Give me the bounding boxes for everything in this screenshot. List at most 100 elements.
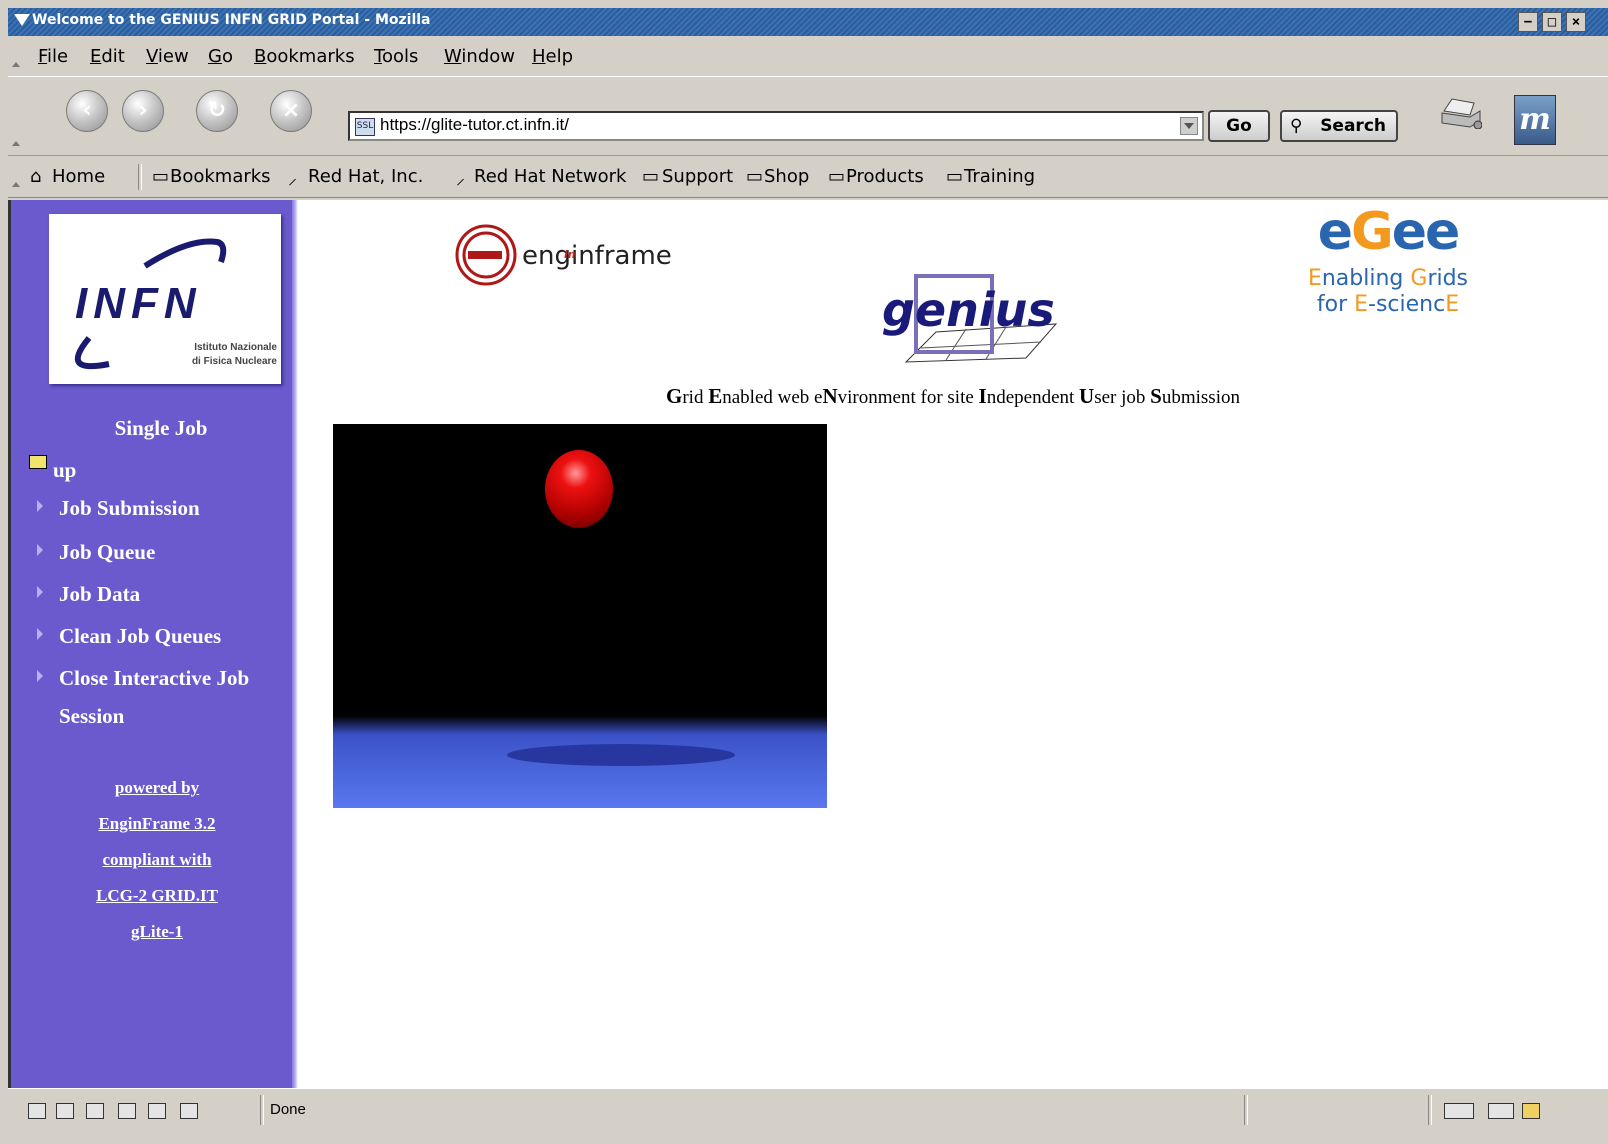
page-content: INFN Istituto Nazionale di Fisica Nuclea… — [8, 200, 1608, 1088]
link-icon: ⸝ — [288, 168, 297, 189]
red-ball — [545, 450, 613, 528]
enginframe-logo-in: in — [564, 248, 576, 261]
toolbar-grip-icon[interactable] — [12, 182, 20, 187]
online-status-icon[interactable] — [1444, 1103, 1474, 1119]
forward-button[interactable]: › — [122, 90, 164, 132]
url-history-dropdown-icon[interactable] — [1180, 117, 1198, 135]
padlock-icon[interactable] — [1522, 1103, 1540, 1119]
menu-window[interactable]: Window — [444, 46, 515, 67]
calendar-icon[interactable] — [180, 1103, 198, 1119]
arrow-right-icon — [37, 544, 43, 556]
infn-logo-text: INFN — [75, 279, 202, 328]
bookmark-red-hat-network[interactable]: Red Hat Network — [474, 166, 626, 187]
mail-icon[interactable] — [56, 1103, 74, 1119]
status-separator — [260, 1095, 264, 1125]
menu-view[interactable]: View — [146, 46, 189, 67]
folder-icon: ▭ — [746, 166, 764, 187]
enginframe-version-link[interactable]: EnginFrame 3.2 — [17, 814, 297, 834]
folder-icon: ▭ — [828, 166, 846, 187]
irc-chat-icon[interactable] — [148, 1103, 166, 1119]
bookmark-products[interactable]: Products — [846, 166, 924, 187]
go-button[interactable]: Go — [1208, 110, 1270, 142]
egee-logo[interactable]: eGee Enabling Grids for E-sciencE — [1288, 202, 1498, 342]
menu-help[interactable]: Help — [532, 46, 573, 67]
close-icon[interactable]: × — [1566, 12, 1586, 32]
sidebar: INFN Istituto Nazionale di Fisica Nuclea… — [8, 200, 292, 1088]
bookmark-shop[interactable]: Shop — [764, 166, 809, 187]
window-title: Welcome to the GENIUS INFN GRID Portal -… — [32, 12, 431, 28]
folder-icon: ▭ — [946, 166, 964, 187]
menu-tools[interactable]: Tools — [374, 46, 418, 67]
bookmark-red-hat-inc[interactable]: Red Hat, Inc. — [308, 166, 423, 187]
bouncing-ball-image — [333, 424, 827, 808]
search-button[interactable]: ⚲ Search — [1280, 110, 1398, 142]
compliant-with-link[interactable]: compliant with — [17, 850, 297, 870]
glite-link[interactable]: gLite-1 — [17, 922, 297, 942]
sidebar-link-close-interactive-job[interactable]: Close Interactive Job — [59, 666, 249, 691]
status-bar: Done — [8, 1088, 1608, 1144]
sidebar-heading: Single Job — [114, 416, 208, 440]
search-icon: ⚲ — [1290, 116, 1303, 136]
toolbar-grip-icon[interactable] — [12, 141, 20, 146]
composer-icon[interactable] — [86, 1103, 104, 1119]
powered-by-link[interactable]: powered by — [17, 778, 297, 798]
folder-up-icon[interactable] — [29, 455, 47, 469]
navigation-toolbar: ‹ › ↻ × SSL https://glite-tutor.ct.infn.… — [8, 76, 1608, 156]
navigator-icon[interactable] — [28, 1103, 46, 1119]
arrow-right-icon — [37, 500, 43, 512]
url-bar[interactable]: SSL https://glite-tutor.ct.infn.it/ — [348, 111, 1204, 141]
menu-go[interactable]: Go — [208, 46, 233, 67]
throbber-icon[interactable]: m — [1514, 95, 1556, 145]
print-icon[interactable] — [1440, 97, 1482, 129]
bookmark-bookmarks[interactable]: Bookmarks — [170, 166, 271, 187]
status-text: Done — [270, 1101, 306, 1118]
bookmark-training[interactable]: Training — [964, 166, 1035, 187]
sidebar-link-up[interactable]: up — [53, 458, 76, 483]
sidebar-link-clean-job-queues[interactable]: Clean Job Queues — [59, 624, 221, 649]
menu-bookmarks[interactable]: Bookmarks — [254, 46, 355, 67]
status-separator — [1244, 1095, 1248, 1125]
status-separator — [1428, 1095, 1432, 1125]
arrow-right-icon — [37, 628, 43, 640]
maximize-icon[interactable]: □ — [1542, 12, 1562, 32]
bookmark-home[interactable]: Home — [52, 166, 105, 187]
lcg2-gridit-link[interactable]: LCG-2 GRID.IT — [17, 886, 297, 906]
toolbar-separator — [138, 164, 142, 190]
main-frame: enginframe in genius eGee Enabling Grids… — [298, 200, 1608, 1088]
menu-bar: File Edit View Go Bookmarks Tools Window… — [8, 38, 1608, 74]
personal-toolbar: ⌂ Home ▭ Bookmarks ⸝ Red Hat, Inc. ⸝ Red… — [8, 158, 1608, 198]
sidebar-link-session[interactable]: Session — [59, 704, 124, 729]
home-icon: ⌂ — [30, 166, 42, 187]
genius-logo-text: genius — [882, 283, 1055, 337]
infn-logo-graphic: INFN Istituto Nazionale di Fisica Nuclea… — [74, 238, 277, 370]
bookmark-support[interactable]: Support — [662, 166, 733, 187]
infn-logo[interactable]: INFN Istituto Nazionale di Fisica Nuclea… — [49, 214, 281, 384]
window-menu-icon[interactable] — [14, 14, 30, 26]
minimize-icon[interactable]: − — [1518, 12, 1538, 32]
infn-subtitle-2: di Fisica Nucleare — [192, 356, 277, 367]
arrow-right-icon — [37, 670, 43, 682]
toolbar-grip-icon[interactable] — [12, 62, 20, 67]
egee-tagline-1: Enabling Grids — [1307, 266, 1469, 291]
sidebar-link-job-submission[interactable]: Job Submission — [59, 496, 200, 521]
title-bar: Welcome to the GENIUS INFN GRID Portal -… — [8, 8, 1608, 36]
egee-tagline-2: for E-sciencE — [1316, 292, 1460, 317]
menu-edit[interactable]: Edit — [90, 46, 125, 67]
folder-icon: ▭ — [642, 166, 660, 187]
browser-window: Welcome to the GENIUS INFN GRID Portal -… — [8, 8, 1608, 1144]
menu-file[interactable]: File — [38, 46, 68, 67]
sidebar-link-job-queue[interactable]: Job Queue — [59, 540, 155, 565]
address-book-icon[interactable] — [118, 1103, 136, 1119]
egee-logo-wordmark: eGee — [1317, 202, 1461, 262]
enginframe-logo[interactable]: enginframe in — [452, 220, 692, 290]
sidebar-link-job-data[interactable]: Job Data — [59, 582, 140, 607]
cookie-icon[interactable] — [1488, 1103, 1514, 1119]
genius-logo[interactable]: genius — [876, 266, 1076, 366]
genius-tagline: Grid Enabled web eNvironment for site In… — [666, 384, 1240, 408]
infn-subtitle-1: Istituto Nazionale — [194, 342, 277, 353]
link-icon: ⸝ — [456, 168, 465, 189]
reload-button[interactable]: ↻ — [196, 90, 238, 132]
stop-button[interactable]: × — [270, 90, 312, 132]
url-text[interactable]: https://glite-tutor.ct.infn.it/ — [380, 115, 569, 135]
back-button[interactable]: ‹ — [66, 90, 108, 132]
